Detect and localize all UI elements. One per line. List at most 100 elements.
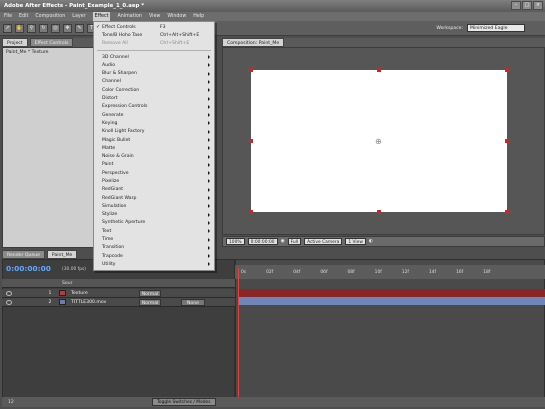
pan-behind-tool-icon[interactable]: ✥ xyxy=(63,23,72,33)
layer-name[interactable]: TITTLE300.mov xyxy=(69,300,123,305)
views-dropdown[interactable]: 1 View xyxy=(345,238,366,245)
menu-item-category[interactable]: Magic Bullet xyxy=(94,136,214,144)
menu-item-category[interactable]: Trapcode xyxy=(94,252,214,260)
menu-item-category[interactable]: Color Correction xyxy=(94,86,214,94)
layer-mode-dropdown[interactable]: Normal xyxy=(139,289,161,297)
menu-effect[interactable]: Effect xyxy=(92,12,111,21)
menu-item-category[interactable]: Matte xyxy=(94,144,214,152)
zoom-dropdown[interactable]: 100% xyxy=(226,238,245,245)
tab-paint-me[interactable]: Paint_Me xyxy=(46,250,78,259)
minimize-icon[interactable]: – xyxy=(511,1,521,10)
menu-item-category[interactable]: Pixelize xyxy=(94,177,214,185)
workspace-selector: Workspace: Minimized Eagle xyxy=(436,24,525,32)
submenu-arrow-icon xyxy=(208,179,210,184)
layer-row[interactable]: 2 TITTLE300.mov Normal None xyxy=(2,298,235,307)
menu-item-category[interactable]: 3D Channel xyxy=(94,53,214,61)
menu-item-category[interactable]: Utility xyxy=(94,260,214,268)
time-ruler[interactable]: 0s 02f 04f 06f 08f 10f 12f 14f 16f 18f xyxy=(235,265,545,279)
layer-color-swatch[interactable] xyxy=(59,299,66,305)
camera-tool-icon[interactable]: ◎ xyxy=(51,23,60,33)
menu-layer[interactable]: Layer xyxy=(72,12,85,21)
menu-item-category[interactable]: Generate xyxy=(94,111,214,119)
transform-handle[interactable] xyxy=(377,68,381,72)
visibility-eye-icon[interactable] xyxy=(6,299,12,305)
layer-name[interactable]: Texture xyxy=(69,291,123,296)
menu-item-category[interactable]: Knoll Light Factory xyxy=(94,128,214,136)
snapshot-icon[interactable]: ◉ xyxy=(281,239,285,244)
ruler-tick: 0s xyxy=(241,269,247,275)
menu-item-category[interactable]: Keying xyxy=(94,119,214,127)
close-icon[interactable]: × xyxy=(533,1,543,10)
camera-dropdown[interactable]: Active Camera xyxy=(304,238,343,245)
timeline-graph-area[interactable] xyxy=(235,259,545,403)
zoom-tool-icon[interactable]: ⚲ xyxy=(27,23,36,33)
transform-handle[interactable] xyxy=(377,210,381,214)
layer-duration-bar[interactable] xyxy=(239,289,545,297)
composition-controls: 100% 0:00:00:00 ◉ Full Active Camera 1 V… xyxy=(222,236,545,247)
menu-item-category[interactable]: Paint xyxy=(94,161,214,169)
menu-item-category[interactable]: Transition xyxy=(94,244,214,252)
selection-tool-icon[interactable]: ➚ xyxy=(3,23,12,33)
transform-handle[interactable] xyxy=(505,139,509,143)
submenu-arrow-icon xyxy=(208,63,210,68)
tab-project[interactable]: Project xyxy=(2,38,28,47)
menu-help[interactable]: Help xyxy=(193,12,204,21)
tab-effect-controls[interactable]: Effect Controls xyxy=(29,38,74,47)
tab-render-queue[interactable]: Render Queue xyxy=(2,250,45,259)
menu-file[interactable]: File xyxy=(4,12,12,21)
resolution-dropdown[interactable]: Full xyxy=(287,238,302,245)
transform-handle[interactable] xyxy=(505,68,509,72)
menu-item-category[interactable]: Text xyxy=(94,227,214,235)
menu-item-category[interactable]: RedGiant Warp xyxy=(94,194,214,202)
menu-window[interactable]: Window xyxy=(167,12,186,21)
menu-item-category[interactable]: Noise & Grain xyxy=(94,152,214,160)
current-time-indicator[interactable] xyxy=(238,268,239,403)
transform-handle[interactable] xyxy=(249,68,253,72)
maximize-icon[interactable]: □ xyxy=(522,1,532,10)
menu-item-last-effect[interactable]: Tone/B Hoho Tase Ctrl+Alt+Shift+E xyxy=(94,31,214,39)
tab-composition[interactable]: Composition: Paint_Me xyxy=(222,38,285,47)
submenu-arrow-icon xyxy=(208,220,210,225)
layer-row[interactable]: 1 Texture Normal xyxy=(2,289,235,298)
submenu-arrow-icon xyxy=(208,262,210,267)
menu-composition[interactable]: Composition xyxy=(35,12,65,21)
anchor-point-icon[interactable]: ⊕ xyxy=(375,137,382,146)
track-matte-dropdown[interactable]: None xyxy=(181,298,205,306)
menu-item-category[interactable]: Time xyxy=(94,235,214,243)
hand-tool-icon[interactable]: ✋ xyxy=(15,23,24,33)
menu-item-category[interactable]: Expression Controls xyxy=(94,103,214,111)
transform-handle[interactable] xyxy=(249,139,253,143)
workspace-dropdown[interactable]: Minimized Eagle xyxy=(467,24,525,32)
effect-controls-panel: Paint_Me * Texture xyxy=(2,47,95,248)
transform-handle[interactable] xyxy=(249,210,253,214)
submenu-arrow-icon xyxy=(208,55,210,60)
reset-exposure-icon[interactable]: ◐ xyxy=(369,239,373,244)
menu-item-category[interactable]: Channel xyxy=(94,78,214,86)
transform-handle[interactable] xyxy=(505,210,509,214)
menu-item-category[interactable]: Blur & Sharpen xyxy=(94,69,214,77)
layer-mode-dropdown[interactable]: Normal xyxy=(139,298,161,306)
window-controls: – □ × xyxy=(511,1,543,10)
menu-item-category[interactable]: Simulation xyxy=(94,202,214,210)
menu-item-category[interactable]: Synthetic Aperture xyxy=(94,219,214,227)
timeline-timecode[interactable]: 0:00:00:00 xyxy=(6,264,51,273)
menu-item-effect-controls[interactable]: ✓ Effect Controls F3 xyxy=(94,23,214,31)
menu-view[interactable]: View xyxy=(149,12,160,21)
source-name-header[interactable]: Sour xyxy=(62,281,73,286)
ruler-tick: 02f xyxy=(266,269,274,275)
layer-color-swatch[interactable] xyxy=(59,290,66,296)
visibility-eye-icon[interactable] xyxy=(6,290,12,296)
menu-item-category[interactable]: Audio xyxy=(94,61,214,69)
layer-duration-bar[interactable] xyxy=(239,297,545,305)
submenu-arrow-icon xyxy=(208,196,210,201)
menu-item-category[interactable]: Distort xyxy=(94,94,214,102)
menu-animation[interactable]: Animation xyxy=(117,12,141,21)
comp-timecode[interactable]: 0:00:00:00 xyxy=(247,238,278,245)
menu-item-category[interactable]: RedGiant xyxy=(94,186,214,194)
pen-tool-icon[interactable]: ✎ xyxy=(75,23,84,33)
rotate-tool-icon[interactable]: ↻ xyxy=(39,23,48,33)
menu-item-category[interactable]: Perspective xyxy=(94,169,214,177)
toggle-switches-modes-button[interactable]: Toggle Switches / Modes xyxy=(152,398,216,406)
menu-edit[interactable]: Edit xyxy=(19,12,28,21)
menu-item-category[interactable]: Stylize xyxy=(94,211,214,219)
